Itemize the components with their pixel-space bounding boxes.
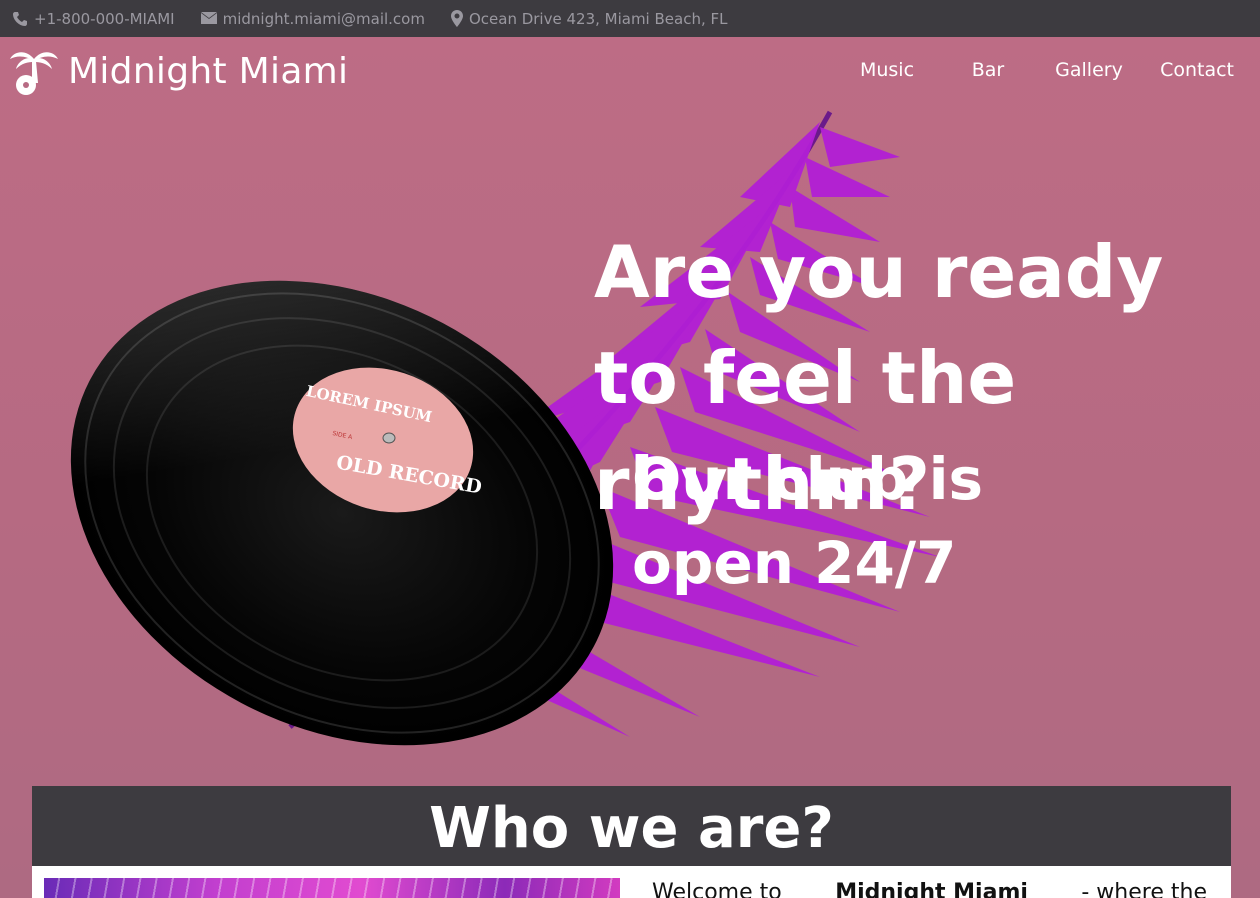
vinyl-record-graphic [70,280,614,746]
palm-tree-record-icon [10,52,58,95]
phone-text: +1-800-000-MIAMI [34,9,175,28]
brand[interactable]: Midnight Miami [8,45,348,97]
envelope-icon [200,12,217,24]
brand-name: Midnight Miami [68,50,349,92]
intro-prefix: Welcome to [652,880,782,898]
nav-item-bar[interactable]: Bar [942,59,1034,81]
about-content: Welcome to Midnight Miami - where the [32,866,1231,898]
about-intro: Welcome to Midnight Miami - where the [652,880,1207,898]
phone-item[interactable]: +1-800-000-MIAMI [12,10,175,28]
email-item[interactable]: midnight.miami@mail.com [200,9,425,28]
email-text: midnight.miami@mail.com [222,9,425,28]
nav-menu: Music Bar Gallery Contact [832,59,1234,81]
address-item[interactable]: Ocean Drive 423, Miami Beach, FL [450,9,728,28]
phone-icon [13,11,27,26]
intro-suffix: - where the [1081,880,1207,898]
map-pin-icon [450,10,463,27]
club-photo [44,878,620,898]
hero-section: LOREM IPSUM OLD RECORD SIDE A Midnight M… [0,37,1260,898]
nav-item-music[interactable]: Music [832,59,942,81]
nav-item-gallery[interactable]: Gallery [1034,59,1144,81]
address-text: Ocean Drive 423, Miami Beach, FL [468,9,728,28]
main-navigation: Midnight Miami Music Bar Gallery Contact [0,37,1260,107]
intro-brand: Midnight Miami [835,880,1028,898]
contact-bar: +1-800-000-MIAMI midnight.miami@mail.com… [0,0,1260,37]
about-heading-bar: Who we are? [32,786,1231,866]
about-heading: Who we are? [429,796,834,861]
hero-subline: Our club is open 24/7 [632,445,984,597]
nav-item-contact[interactable]: Contact [1144,59,1234,81]
